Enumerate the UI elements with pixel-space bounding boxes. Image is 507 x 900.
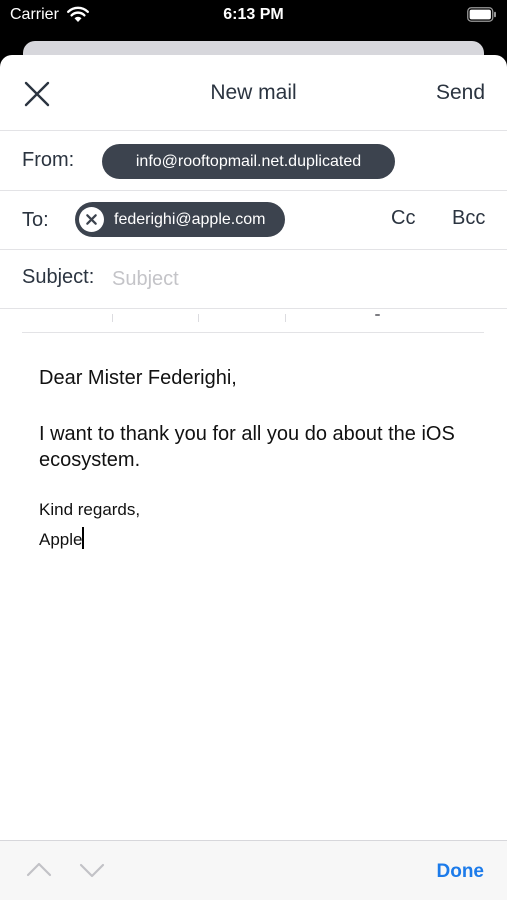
compose-sheet: New mail Send From: info@rooftopmail.net… — [0, 55, 507, 900]
message-body[interactable]: Dear Mister Federighi, I want to thank y… — [39, 365, 479, 555]
toolbar-separator — [198, 314, 199, 322]
page-title: New mail — [210, 81, 297, 104]
toolbar-separator — [285, 314, 286, 322]
subject-label: Subject: — [22, 266, 95, 288]
subject-row: Subject: — [0, 250, 507, 309]
subject-input[interactable] — [112, 263, 482, 295]
toolbar-separator — [112, 314, 113, 322]
keyboard-accessory-bar: Done — [0, 840, 507, 900]
from-address-chip[interactable]: info@rooftopmail.net.duplicated — [102, 144, 395, 179]
to-label: To: — [22, 209, 49, 231]
body-signature-line: Apple — [39, 525, 479, 555]
remove-recipient-icon[interactable] — [79, 207, 104, 232]
text-cursor — [82, 527, 85, 549]
done-button[interactable]: Done — [437, 861, 485, 883]
from-label: From: — [22, 149, 75, 171]
recipient-address: federighi@apple.com — [114, 211, 266, 228]
body-paragraph: I want to thank you for all you do about… — [39, 423, 455, 471]
chevron-up-icon[interactable] — [26, 861, 52, 877]
compose-nav-bar: New mail Send — [0, 55, 507, 131]
chevron-down-icon[interactable] — [79, 863, 105, 879]
from-row: From: info@rooftopmail.net.duplicated — [0, 131, 507, 191]
clock: 6:13 PM — [223, 6, 284, 23]
formatting-toolbar[interactable] — [22, 309, 484, 333]
recipient-chip[interactable]: federighi@apple.com — [75, 202, 285, 237]
status-bar: Carrier 6:13 PM — [0, 0, 507, 32]
toolbar-indicator — [375, 314, 380, 316]
to-row: To: federighi@apple.com Cc Bcc — [0, 191, 507, 250]
bcc-button[interactable]: Bcc — [452, 207, 485, 230]
cc-button[interactable]: Cc — [391, 207, 415, 230]
battery-icon — [467, 7, 496, 22]
body-greeting: Dear Mister Federighi, — [39, 367, 237, 389]
send-button[interactable]: Send — [436, 81, 485, 105]
body-closing: Kind regards, — [39, 500, 141, 519]
body-signature: Apple — [39, 530, 83, 549]
